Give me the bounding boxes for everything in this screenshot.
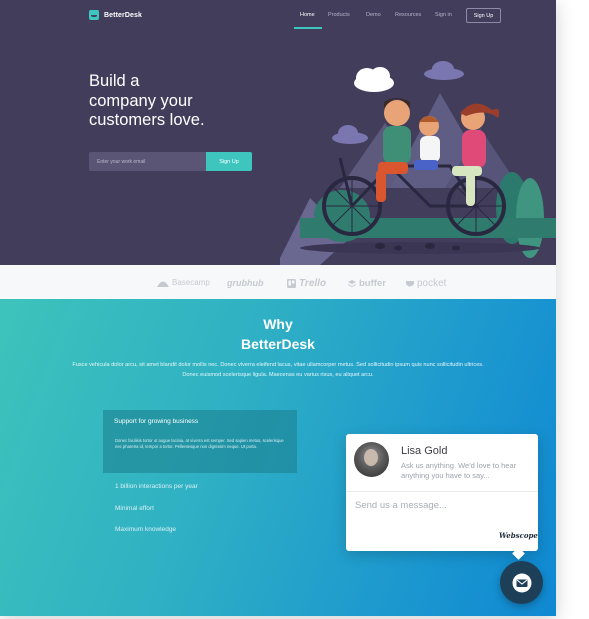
feature-card-title: Support for growing business — [114, 418, 199, 425]
buffer-icon — [348, 279, 356, 287]
agent-name: Lisa Gold — [401, 445, 448, 457]
feature-card-description: Donec facilisis tortor ut augue lacinia,… — [115, 438, 284, 450]
headline-line-2: company your — [89, 91, 193, 110]
customer-logos-strip: Basecamp grubhub Trello buffer pocket — [0, 265, 556, 299]
feature-item-maximum-knowledge[interactable]: Maximum knowledge — [115, 526, 176, 533]
nav-link-resources[interactable]: Resources — [395, 12, 421, 18]
logo-trello: Trello — [287, 278, 326, 289]
headline-line-1: Build a — [89, 72, 140, 90]
hero-section: BetterDesk Home Products Demo Resources … — [0, 0, 556, 265]
active-nav-indicator — [294, 27, 322, 29]
feature-item-minimal-effort[interactable]: Minimal effort — [115, 505, 154, 512]
agent-greeting: Ask us anything. We'd love to hear anyth… — [401, 461, 517, 480]
hero-signup-button[interactable]: Sign Up — [206, 152, 252, 171]
section-intro-text: Fusce vehicula dolor arcu, sit amet blan… — [72, 362, 484, 378]
section-title: Why BetterDesk — [0, 314, 556, 354]
pocket-icon — [406, 280, 414, 286]
chat-widget: Lisa Gold Ask us anything. We'd love to … — [346, 434, 538, 560]
section-title-line-1: Why — [263, 316, 293, 332]
logo-grubhub: grubhub — [227, 278, 264, 288]
feature-item-interactions[interactable]: 1 billion interactions per year — [115, 483, 198, 490]
family-on-tandem-bike-illustration — [280, 61, 556, 265]
basecamp-icon — [157, 281, 169, 287]
logo-buffer: buffer — [348, 278, 386, 289]
chat-launcher-button[interactable] — [500, 561, 543, 604]
chat-message-input[interactable]: Send us a message... — [355, 500, 515, 511]
section-title-line-2: BetterDesk — [241, 336, 315, 352]
webscope-brand: Webscope — [499, 531, 538, 540]
chat-agent-header: Lisa Gold Ask us anything. We'd love to … — [346, 434, 538, 492]
nav-link-home[interactable]: Home — [300, 12, 315, 18]
nav-link-sign-in[interactable]: Sign in — [435, 12, 452, 18]
agent-avatar — [354, 442, 389, 477]
work-email-input[interactable]: Enter your work email — [89, 152, 206, 171]
envelope-icon — [512, 573, 531, 592]
cloud-icon — [354, 67, 394, 92]
trello-icon — [287, 279, 296, 288]
hero-headline: Build a company your customers love. — [89, 72, 289, 131]
nav-link-demo[interactable]: Demo — [366, 12, 381, 18]
nav-signup-button[interactable]: Sign Up — [466, 8, 501, 23]
top-navigation: BetterDesk Home Products Demo Resources … — [0, 0, 556, 32]
headline-line-3: customers love. — [89, 111, 205, 129]
feature-card-support[interactable]: Support for growing business Donec facil… — [103, 410, 297, 473]
logo-basecamp: Basecamp — [157, 278, 210, 287]
nav-link-products[interactable]: Products — [328, 12, 350, 18]
logo-pocket: pocket — [406, 278, 446, 289]
